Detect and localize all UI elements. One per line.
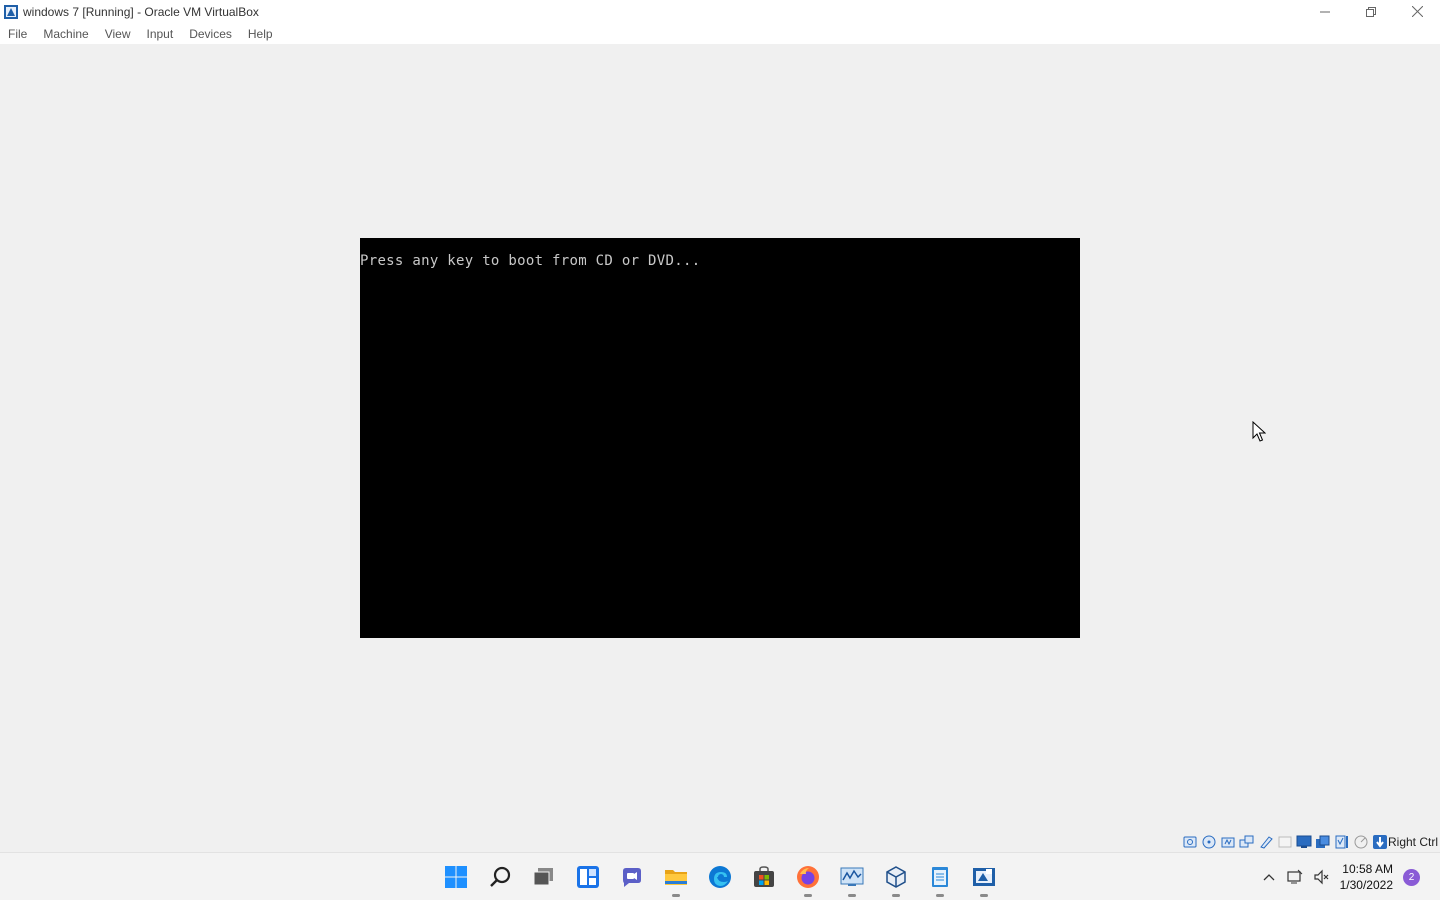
audio-icon[interactable] [1220, 834, 1236, 850]
task-view-icon [533, 868, 553, 886]
virtualbox-manager-button[interactable] [874, 853, 918, 900]
menu-file[interactable]: File [2, 27, 34, 41]
menu-input[interactable]: Input [141, 27, 181, 41]
boot-message: Press any key to boot from CD or DVD... [360, 253, 701, 269]
virtualbox-icon[interactable] [3, 4, 19, 20]
optical-drive-icon[interactable] [1201, 834, 1217, 850]
video-capture-icon[interactable] [1315, 834, 1331, 850]
notepad-icon [932, 867, 948, 887]
system-tray: 10:58 AM 1/30/2022 2 [1256, 853, 1440, 900]
windows-logo-icon [445, 866, 467, 888]
show-hidden-icons-button[interactable] [1256, 853, 1282, 900]
search-icon [490, 866, 511, 887]
chevron-up-icon [1263, 874, 1275, 881]
menu-machine[interactable]: Machine [37, 27, 95, 41]
taskbar-apps [434, 853, 1006, 900]
volume-muted-icon [1314, 869, 1329, 885]
network-status-button[interactable] [1282, 853, 1308, 900]
menu-view[interactable]: View [99, 27, 138, 41]
window-controls [1302, 0, 1440, 23]
minimize-icon [1320, 11, 1330, 12]
host-key-icon[interactable] [1372, 834, 1388, 850]
taskbar: 10:58 AM 1/30/2022 2 [0, 852, 1440, 900]
volume-button[interactable] [1308, 853, 1334, 900]
widgets-icon [577, 866, 599, 888]
shared-folders-icon[interactable] [1277, 834, 1293, 850]
notification-badge[interactable]: 2 [1403, 868, 1420, 886]
running-indicator [804, 894, 812, 897]
minimize-button[interactable] [1302, 0, 1348, 23]
folder-icon [665, 870, 687, 885]
edge-button[interactable] [698, 853, 742, 900]
clock-date: 1/30/2022 [1339, 878, 1393, 892]
resource-monitor-button[interactable] [830, 853, 874, 900]
virtualbox-vm-button[interactable] [962, 853, 1006, 900]
running-indicator [672, 894, 680, 897]
store-icon [754, 866, 774, 887]
chat-button[interactable] [610, 853, 654, 900]
close-icon [1411, 6, 1423, 17]
usb-icon[interactable] [1258, 834, 1274, 850]
host-key-label: Right Ctrl [1387, 835, 1438, 849]
widgets-button[interactable] [566, 853, 610, 900]
close-button[interactable] [1394, 0, 1440, 23]
title-bar: windows 7 [Running] - Oracle VM VirtualB… [0, 0, 1440, 23]
clock[interactable]: 10:58 AM 1/30/2022 [1334, 861, 1403, 893]
restore-button[interactable] [1348, 0, 1394, 23]
monitor-chart-icon [840, 867, 864, 886]
edge-icon [709, 866, 731, 888]
running-indicator [936, 894, 944, 897]
running-indicator [892, 894, 900, 897]
vm-status-bar: Right Ctrl [0, 830, 1440, 852]
file-explorer-button[interactable] [654, 853, 698, 900]
running-indicator [848, 894, 856, 897]
restore-icon [1366, 6, 1376, 17]
task-view-button[interactable] [522, 853, 566, 900]
virtualization-icon[interactable] [1334, 834, 1350, 850]
network-wired-icon [1287, 869, 1302, 884]
running-indicator [980, 894, 988, 897]
menu-bar: File Machine View Input Devices Help [0, 23, 1440, 44]
network-icon[interactable] [1239, 834, 1255, 850]
cpu-icon[interactable] [1353, 834, 1369, 850]
display-icon[interactable] [1296, 834, 1312, 850]
virtualbox-cube-icon [886, 866, 906, 888]
device-indicators [1182, 834, 1388, 850]
menu-devices[interactable]: Devices [183, 27, 239, 41]
window-title: windows 7 [Running] - Oracle VM VirtualB… [23, 4, 259, 19]
vm-screen[interactable]: Press any key to boot from CD or DVD... [360, 238, 1080, 638]
mouse-pointer-icon [1252, 420, 1267, 443]
menu-help[interactable]: Help [242, 27, 280, 41]
hard-disk-icon[interactable] [1182, 834, 1198, 850]
teams-chat-icon [623, 868, 641, 887]
search-button[interactable] [478, 853, 522, 900]
store-button[interactable] [742, 853, 786, 900]
firefox-button[interactable] [786, 853, 830, 900]
notepad-button[interactable] [918, 853, 962, 900]
clock-time: 10:58 AM [1342, 862, 1393, 876]
virtualbox-vm-icon [973, 868, 995, 886]
firefox-icon [797, 866, 819, 888]
start-button[interactable] [434, 853, 478, 900]
